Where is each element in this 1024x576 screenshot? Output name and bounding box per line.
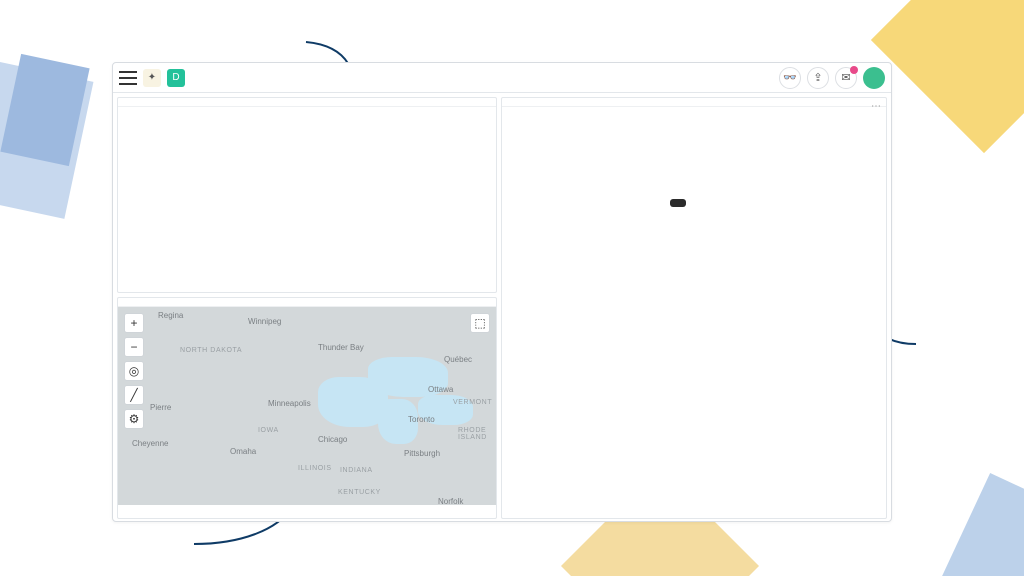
decor-blue-diamond — [931, 473, 1024, 576]
sankey-chart — [502, 107, 886, 505]
map-locate-button[interactable]: ◎ — [124, 361, 144, 381]
glasses-icon[interactable]: 👓 — [779, 67, 801, 89]
heatmap-chart — [118, 107, 496, 113]
sankey-tooltip — [670, 199, 686, 207]
decor-yellow-diamond — [871, 0, 1024, 153]
map-zoom-out-button[interactable]: − — [124, 337, 144, 357]
dashboard-window: ✦ D 👓 ⇪ ✉ — [112, 62, 892, 522]
menu-icon[interactable] — [119, 71, 137, 85]
app-logo-icon[interactable]: ✦ — [143, 69, 161, 87]
geo-map[interactable]: Regina Winnipeg Thunder Bay Québec Ottaw… — [118, 307, 496, 505]
panel-heatmap-title — [118, 98, 496, 107]
map-measure-button[interactable]: ╱ — [124, 385, 144, 405]
panel-heatmap — [117, 97, 497, 293]
panel-sankey: ⋯ — [501, 97, 887, 519]
panel-sankey-title — [502, 98, 886, 107]
map-fullscreen-button[interactable]: ⬚ — [470, 313, 490, 333]
panel-map-title — [118, 298, 496, 307]
top-bar: ✦ D 👓 ⇪ ✉ — [113, 63, 891, 93]
panel-map: Regina Winnipeg Thunder Bay Québec Ottaw… — [117, 297, 497, 519]
space-tile-icon[interactable]: D — [167, 69, 185, 87]
user-avatar[interactable] — [863, 67, 885, 89]
map-zoom-in-button[interactable]: + — [124, 313, 144, 333]
share-icon[interactable]: ⇪ — [807, 67, 829, 89]
notifications-icon[interactable]: ✉ — [835, 67, 857, 89]
map-controls: + − ◎ ╱ ⚙ — [124, 313, 144, 429]
map-layers-button[interactable]: ⚙ — [124, 409, 144, 429]
